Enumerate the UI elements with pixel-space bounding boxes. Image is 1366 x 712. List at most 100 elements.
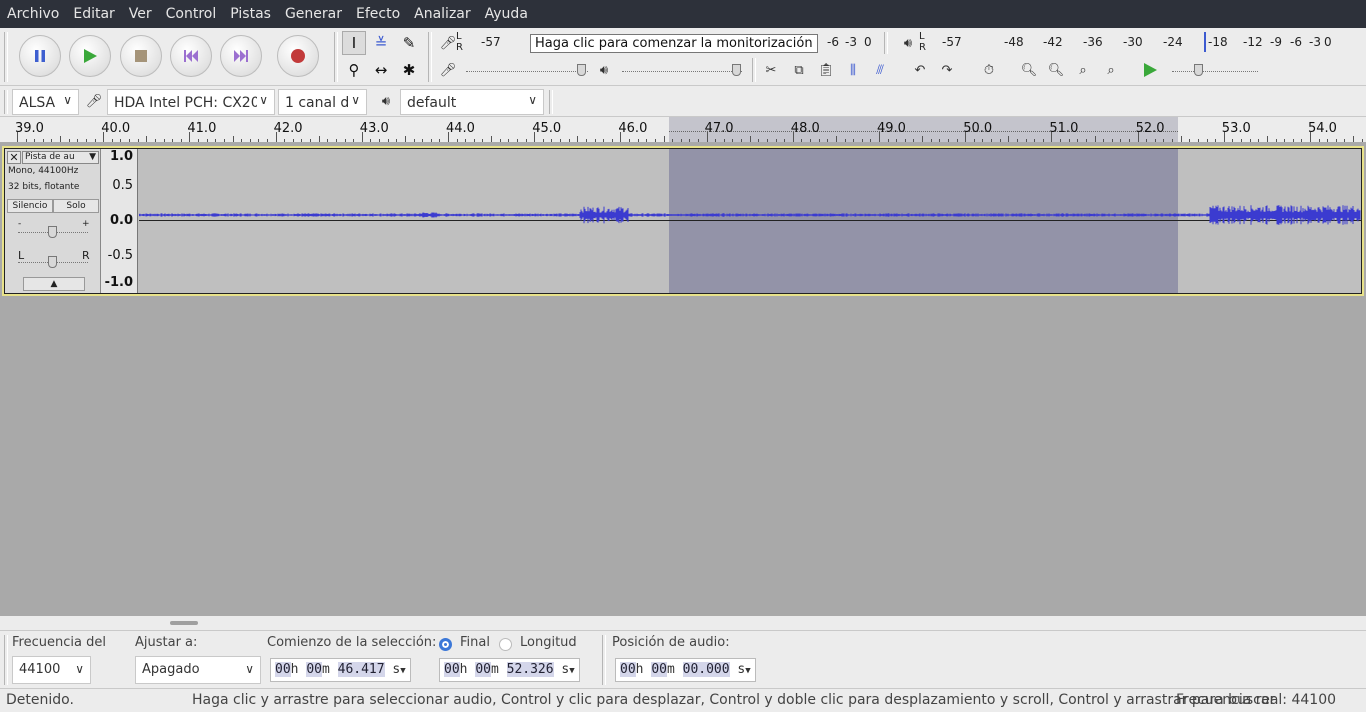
zoom-tool[interactable]: ⚲ <box>342 58 366 82</box>
ruler-tick <box>947 139 949 142</box>
track-area[interactable]: ✕ Pista de au ▼ Mono, 44100Hz 32 bits, fl… <box>0 143 1366 616</box>
ruler-tick <box>1327 139 1329 142</box>
ruler-tick <box>1111 139 1113 142</box>
ruler-tick <box>111 139 113 142</box>
fit-selection-button[interactable]: ⌕ <box>1071 59 1095 81</box>
toolbar-grip[interactable] <box>334 32 338 82</box>
toolbar-grip[interactable] <box>4 90 8 114</box>
sync-lock-button[interactable]: ⏱ <box>977 59 1001 81</box>
toolbar-grip[interactable] <box>428 32 432 82</box>
ruler-tick <box>258 139 260 142</box>
ruler-tick <box>1060 139 1062 142</box>
menu-archivo[interactable]: Archivo <box>0 6 66 22</box>
ruler-tick <box>999 139 1001 142</box>
host-select[interactable]: ALSA ∨ <box>12 89 79 115</box>
envelope-tool[interactable]: ≚ <box>369 31 393 55</box>
toolbar-grip[interactable] <box>4 32 8 82</box>
mute-button[interactable]: Silencio <box>7 199 53 213</box>
project-rate-select[interactable]: 44100 ∨ <box>12 656 91 684</box>
chevron-down-icon: ∨ <box>75 662 84 676</box>
magnifier-icon: ⚲ <box>348 61 360 79</box>
solo-button[interactable]: Solo <box>53 199 99 213</box>
selection-tool[interactable]: I <box>342 31 366 55</box>
zoom-out-icon: 🔍︎ <box>1047 62 1065 78</box>
time-shift-tool[interactable]: ↔ <box>369 58 393 82</box>
pan-thumb[interactable] <box>48 256 57 268</box>
snap-select[interactable]: Apagado ∨ <box>135 656 261 684</box>
ruler-tick <box>672 139 674 142</box>
ruler-tick <box>1025 139 1027 142</box>
redo-button[interactable]: ↷ <box>935 59 959 81</box>
menu-bar: Archivo Editar Ver Control Pistas Genera… <box>0 0 1366 28</box>
undo-button[interactable]: ↶ <box>908 59 932 81</box>
play-meter-scale-label: -9 <box>1270 35 1282 49</box>
stop-button[interactable] <box>120 35 162 77</box>
track-menu-button[interactable]: Pista de au ▼ <box>22 151 99 164</box>
cut-button[interactable]: ✂ <box>759 59 783 81</box>
length-radio[interactable] <box>499 638 512 651</box>
menu-ayuda[interactable]: Ayuda <box>478 6 535 22</box>
menu-pistas[interactable]: Pistas <box>223 6 278 22</box>
menu-generar[interactable]: Generar <box>278 6 349 22</box>
silence-audio-icon: ⫻ <box>876 62 884 78</box>
skip-start-button[interactable] <box>170 35 212 77</box>
playback-volume-thumb[interactable] <box>732 64 741 76</box>
draw-tool[interactable]: ✎ <box>397 31 421 55</box>
toolbar-grip[interactable] <box>4 635 8 685</box>
menu-ver[interactable]: Ver <box>122 6 159 22</box>
scrollbar-thumb[interactable] <box>170 621 198 625</box>
toolbar-grip[interactable] <box>602 635 606 685</box>
trim-button[interactable]: ⫼ <box>841 59 865 81</box>
recording-volume-slider[interactable] <box>466 71 588 72</box>
ruler-tick <box>456 139 458 142</box>
toolbar-grip[interactable] <box>549 90 553 114</box>
multi-tool[interactable]: ✱ <box>397 58 421 82</box>
ruler-tick <box>594 139 596 142</box>
fit-project-button[interactable]: ⌕ <box>1099 59 1123 81</box>
timeline-ruler[interactable]: 39.0 40.0 41.0 42.0 43.0 44.0 45.0 46.0 47.0 48.0… <box>0 117 1366 143</box>
waveform-display[interactable] <box>139 149 1361 293</box>
ruler-tick <box>439 139 441 142</box>
toolbar-grip[interactable] <box>752 58 756 82</box>
amplitude-label: 1.0 <box>109 149 133 164</box>
ruler-tick <box>1163 139 1165 142</box>
playback-volume-slider[interactable] <box>622 71 742 72</box>
pause-button[interactable] <box>19 35 61 77</box>
silence-button[interactable]: ⫻ <box>868 59 892 81</box>
chevron-down-icon: ∨ <box>245 662 254 676</box>
play-speed-thumb[interactable] <box>1194 64 1203 76</box>
ruler-tick <box>741 139 743 142</box>
chevron-down-icon: ∨ <box>257 93 268 107</box>
zoom-out-button[interactable]: 🔍︎ <box>1044 59 1068 81</box>
menu-efecto[interactable]: Efecto <box>349 6 407 22</box>
ruler-tick <box>715 139 717 142</box>
play-meter-scale-label: -42 <box>1043 35 1063 49</box>
play-at-speed-button[interactable] <box>1138 59 1162 81</box>
play-speed-slider[interactable] <box>1172 71 1258 72</box>
zoom-in-button[interactable]: 🔍︎ <box>1017 59 1041 81</box>
menu-analizar[interactable]: Analizar <box>407 6 478 22</box>
playback-device-select[interactable]: default ∨ <box>400 89 544 115</box>
recording-volume-thumb[interactable] <box>577 64 586 76</box>
menu-control[interactable]: Control <box>159 6 224 22</box>
selection-start-time[interactable]: 00h 00m 46.417 s▼ <box>270 658 411 682</box>
paste-button[interactable]: 📋︎ <box>814 59 838 81</box>
menu-editar[interactable]: Editar <box>66 6 121 22</box>
channels-select[interactable]: 1 canal de ∨ <box>278 89 367 115</box>
skip-end-button[interactable] <box>220 35 262 77</box>
toolbar-grip[interactable] <box>884 32 888 54</box>
end-radio[interactable] <box>439 638 452 651</box>
gain-thumb[interactable] <box>48 226 57 238</box>
audio-position-time[interactable]: 00h 00m 00.000 s▼ <box>615 658 756 682</box>
play-meter-button[interactable]: 🔊︎ <box>896 32 920 54</box>
play-button[interactable] <box>69 35 111 77</box>
collapse-track-button[interactable]: ▲ <box>23 277 85 291</box>
close-track-button[interactable]: ✕ <box>7 151 21 164</box>
selection-end-time[interactable]: 00h 00m 52.326 s▼ <box>439 658 580 682</box>
copy-button[interactable]: ⧉ <box>787 59 811 81</box>
amplitude-label: 0.5 <box>112 178 133 193</box>
horizontal-scrollbar[interactable] <box>0 616 1366 630</box>
ruler-tick <box>1128 139 1130 142</box>
record-button[interactable] <box>277 35 319 77</box>
recording-device-select[interactable]: HDA Intel PCH: CX20 ∨ <box>107 89 275 115</box>
